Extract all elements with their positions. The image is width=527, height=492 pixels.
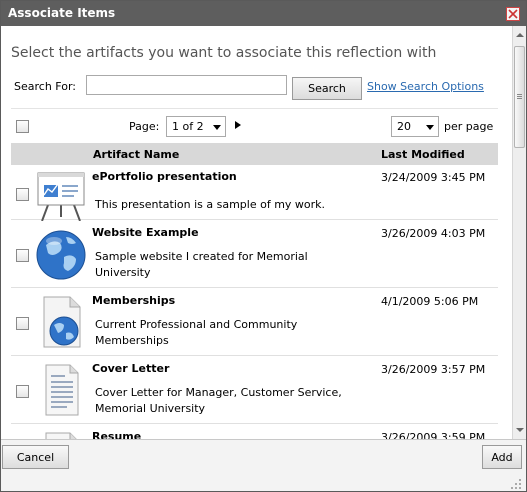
dialog-footer: Cancel Add (1, 439, 526, 491)
search-button[interactable]: Search (292, 77, 362, 100)
page-label: Page: (129, 120, 160, 133)
artifact-last-modified: 4/1/2009 5:06 PM (381, 295, 479, 308)
per-page-label: per page (444, 120, 494, 133)
cancel-button[interactable]: Cancel (2, 445, 69, 469)
page-size-select[interactable]: 20 (391, 116, 439, 137)
associate-items-dialog: Associate Items Select the artifacts you… (0, 0, 527, 492)
artifact-name[interactable]: Website Example (92, 226, 199, 239)
table-row[interactable]: Memberships Current Professional and Com… (11, 289, 498, 356)
table-row[interactable]: Resume 3/26/2009 3:59 PM (11, 425, 498, 439)
next-page-icon[interactable] (235, 121, 241, 129)
presentation-icon (37, 172, 85, 222)
table-row[interactable]: Website Example Sample website I created… (11, 221, 498, 288)
artifact-last-modified: 3/26/2009 4:03 PM (381, 227, 486, 240)
grip-line (517, 96, 522, 97)
artifact-last-modified: 3/26/2009 3:59 PM (381, 431, 486, 439)
pager-bar: Page: 1 of 2 20 per page (11, 108, 498, 141)
dialog-titlebar[interactable]: Associate Items (1, 1, 526, 26)
grip-line (517, 98, 522, 99)
artifact-description: This presentation is a sample of my work… (95, 198, 326, 211)
dialog-title: Associate Items (8, 6, 116, 20)
resize-grip-icon[interactable] (510, 478, 522, 490)
dialog-content: Select the artifacts you want to associa… (2, 26, 512, 439)
page-select-value: 1 of 2 (172, 120, 204, 133)
vertical-scrollbar[interactable] (512, 26, 526, 439)
document-icon (45, 432, 77, 439)
table-row[interactable]: ePortfolio presentation This presentatio… (11, 165, 498, 222)
artifact-last-modified: 3/26/2009 3:57 PM (381, 363, 486, 376)
scroll-down-icon[interactable] (516, 428, 524, 432)
artifact-name[interactable]: ePortfolio presentation (92, 170, 237, 183)
row-checkbox[interactable] (16, 317, 29, 330)
column-header-last-modified[interactable]: Last Modified (381, 148, 465, 161)
search-input[interactable] (86, 75, 287, 95)
table-row[interactable]: Cover Letter Cover Letter for Manager, C… (11, 357, 498, 424)
chevron-down-icon (213, 125, 221, 130)
select-all-checkbox[interactable] (16, 120, 29, 133)
scrollbar-thumb[interactable] (514, 46, 525, 148)
artifact-name[interactable]: Memberships (92, 294, 175, 307)
grip-line (517, 94, 522, 95)
artifact-last-modified: 3/24/2009 3:45 PM (381, 171, 486, 184)
artifact-description: Cover Letter for Manager, Customer Servi… (95, 386, 342, 415)
globe-icon (36, 230, 86, 280)
document-icon (45, 364, 79, 416)
close-x-icon (508, 9, 518, 19)
search-label: Search For: (14, 80, 76, 93)
artifact-name[interactable]: Cover Letter (92, 362, 169, 375)
row-checkbox[interactable] (16, 385, 29, 398)
page-size-value: 20 (397, 120, 411, 133)
table-header: Artifact Name Last Modified (11, 143, 498, 165)
instruction-text: Select the artifacts you want to associa… (11, 45, 437, 61)
page-select[interactable]: 1 of 2 (166, 116, 226, 137)
artifact-name[interactable]: Resume (92, 430, 141, 439)
show-search-options-link[interactable]: Show Search Options (367, 80, 484, 93)
artifact-description: Sample website I created for Memorial Un… (95, 250, 308, 279)
close-button[interactable] (506, 7, 520, 21)
chevron-down-icon (426, 125, 434, 130)
row-checkbox[interactable] (16, 188, 29, 201)
column-header-artifact-name[interactable]: Artifact Name (93, 148, 179, 161)
web-page-icon (43, 296, 81, 348)
add-button[interactable]: Add (482, 445, 522, 469)
scroll-up-icon[interactable] (516, 33, 524, 37)
row-checkbox[interactable] (16, 249, 29, 262)
artifact-description: Current Professional and Community Membe… (95, 318, 298, 347)
